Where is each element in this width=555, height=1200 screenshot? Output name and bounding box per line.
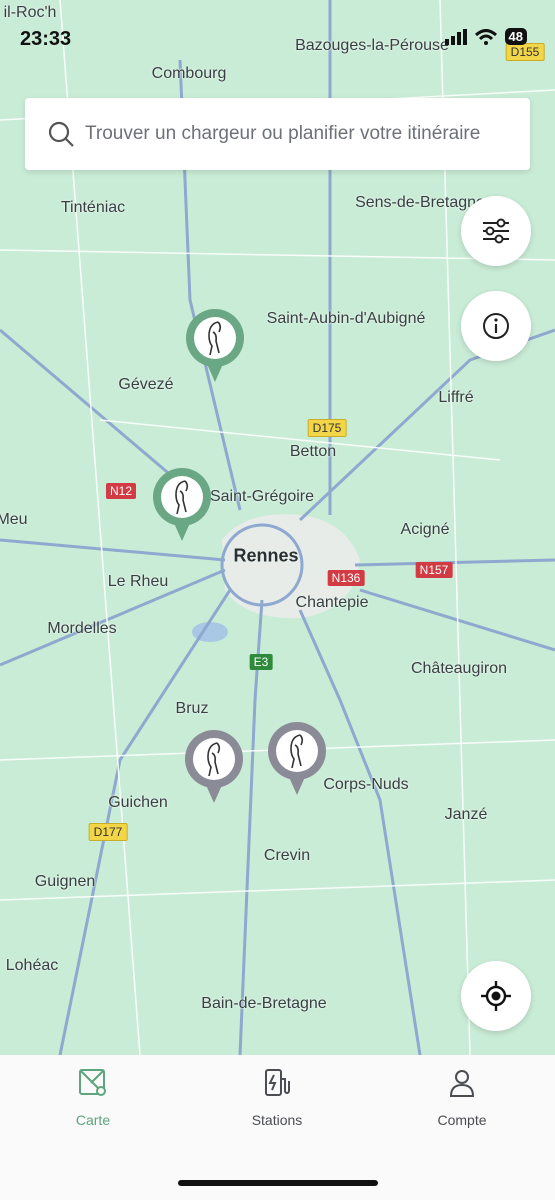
place-label: il-Roc'h <box>3 4 57 21</box>
locate-button[interactable] <box>461 961 531 1031</box>
place-label: Tinténiac <box>60 199 126 216</box>
place-label: Bain-de-Bretagne <box>201 995 327 1012</box>
locate-icon <box>481 981 511 1011</box>
bottom-tab-bar: Carte Stations Compte <box>0 1055 555 1200</box>
charger-pin[interactable] <box>184 729 244 805</box>
place-label: Liffré <box>438 389 474 406</box>
place-label: Corps-Nuds <box>323 776 409 793</box>
place-label: Janzé <box>444 806 488 823</box>
place-label: Guignen <box>34 873 96 890</box>
charger-pin-icon <box>185 730 243 803</box>
home-indicator <box>178 1180 378 1186</box>
road-shield: D177 <box>88 823 128 841</box>
search-icon <box>48 121 74 147</box>
signal-icon <box>444 28 467 45</box>
place-label: Bruz <box>175 700 209 717</box>
place-label: Bazouges-la-Pérouse <box>295 37 449 54</box>
info-button[interactable] <box>461 291 531 361</box>
road-shield: N136 <box>327 570 365 586</box>
place-label: Sens-de-Bretagne <box>355 194 485 211</box>
filter-icon <box>483 218 509 244</box>
battery-indicator: 48 <box>504 28 527 45</box>
map-icon <box>79 1069 106 1096</box>
place-label: Betton <box>289 443 337 460</box>
place-label: Guichen <box>108 794 168 811</box>
station-icon <box>265 1069 290 1096</box>
tab-label: Carte <box>75 1112 111 1128</box>
tab-stations[interactable]: Stations <box>217 1067 337 1128</box>
place-label: Le Rheu <box>107 573 169 590</box>
place-label: Mordelles <box>47 620 117 637</box>
status-icons: 48 <box>444 28 527 45</box>
place-label: Gévezé <box>118 376 174 393</box>
charger-pin-icon <box>268 722 326 795</box>
charger-pin-icon <box>153 468 211 541</box>
road-shield: D175 <box>307 419 347 437</box>
place-label: Châteaugiron <box>410 660 508 677</box>
road-shield: E3 <box>249 654 273 670</box>
tab-label: Compte <box>437 1112 487 1128</box>
status-time: 23:33 <box>20 28 72 50</box>
place-label: Chantepie <box>295 594 369 611</box>
tab-label: Stations <box>251 1112 303 1128</box>
charger-pin[interactable] <box>267 721 327 797</box>
tab-carte[interactable]: Carte <box>33 1067 153 1128</box>
charger-pin-icon <box>186 309 244 382</box>
search-placeholder: Trouver un chargeur ou planifier votre i… <box>85 123 481 144</box>
tab-compte[interactable]: Compte <box>402 1067 522 1128</box>
place-label: Rennes <box>233 545 299 566</box>
place-label: Acigné <box>400 521 450 538</box>
place-label: Combourg <box>151 65 227 82</box>
place-label: Meu <box>0 511 28 528</box>
road-shield: N12 <box>105 483 137 499</box>
place-label: Lohéac <box>5 957 59 974</box>
road-shield: D155 <box>505 43 545 61</box>
search-bar[interactable]: Trouver un chargeur ou planifier votre i… <box>25 98 530 170</box>
charger-pin[interactable] <box>185 308 245 384</box>
place-label: Saint-Aubin-d'Aubigné <box>266 310 426 327</box>
road-shield: N157 <box>415 562 453 578</box>
user-icon <box>449 1070 475 1097</box>
wifi-icon <box>474 28 497 45</box>
charger-pin[interactable] <box>152 467 212 543</box>
place-label: Crevin <box>263 847 311 864</box>
info-icon <box>483 313 509 339</box>
filter-button[interactable] <box>461 196 531 266</box>
place-label: Saint-Grégoire <box>209 488 315 505</box>
